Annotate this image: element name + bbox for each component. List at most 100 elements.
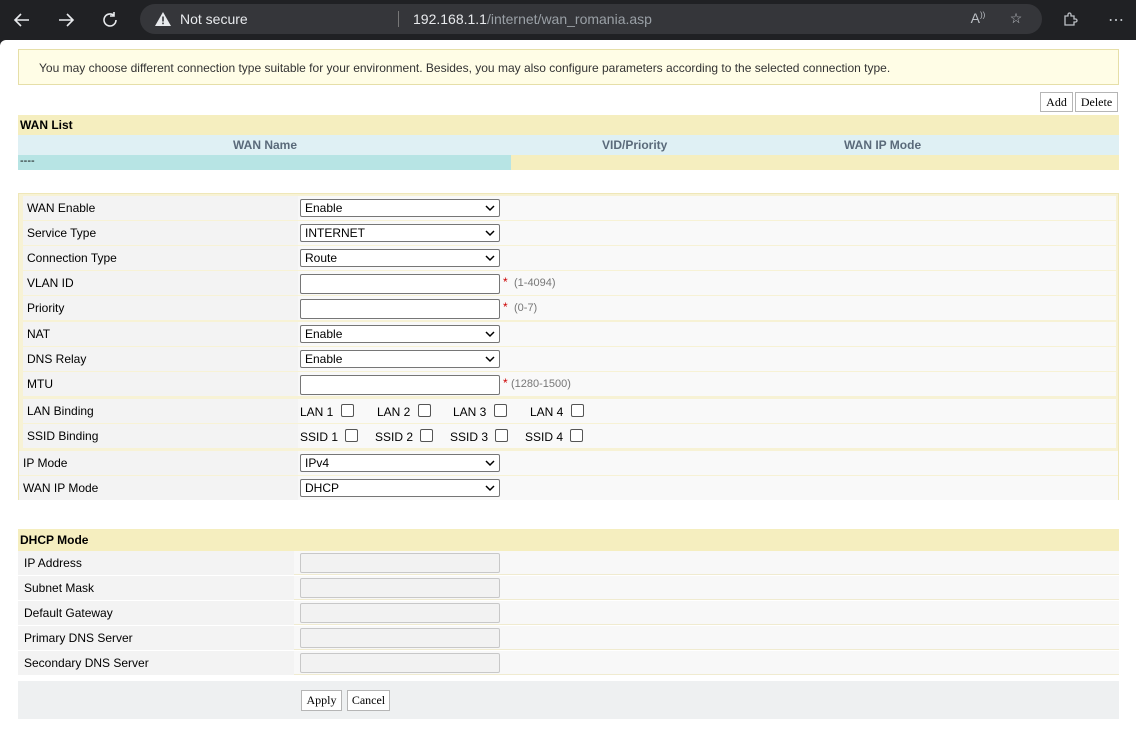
ip-address-field — [300, 553, 500, 573]
connection-type-label: Connection Type — [23, 246, 298, 270]
col-wan-ip-mode: WAN IP Mode — [844, 138, 922, 152]
wan-enable-select[interactable]: Enable — [300, 199, 500, 217]
table-row[interactable]: ---- — [18, 155, 1119, 170]
chevron-down-icon — [485, 255, 495, 262]
dns-relay-label: DNS Relay — [23, 347, 298, 371]
url-host: 192.168.1.1 — [413, 11, 487, 27]
row-lan-binding: LAN Binding LAN 1 LAN 2 LAN 3 LAN 4 — [23, 399, 1116, 423]
service-type-select[interactable]: INTERNET — [300, 224, 500, 242]
not-secure-label[interactable]: Not secure — [180, 11, 248, 27]
wan-config-form: WAN Enable Enable Service Type INTERNET … — [18, 193, 1119, 500]
chevron-down-icon — [485, 485, 495, 492]
router-page: You may choose different connection type… — [0, 40, 1136, 746]
wan-enable-label: WAN Enable — [23, 196, 298, 220]
delete-button[interactable]: Delete — [1075, 92, 1118, 112]
nat-select[interactable]: Enable — [300, 325, 500, 343]
ssid2-checkbox[interactable] — [420, 429, 433, 442]
ssid1-label: SSID 1 — [300, 430, 339, 444]
required-mark: * — [503, 275, 508, 289]
row-ssid-binding: SSID Binding SSID 1 SSID 2 SSID 3 SSID 4 — [23, 424, 1116, 448]
row-nat: NAT Enable — [23, 322, 1116, 346]
more-menu-icon[interactable]: ⋯ — [1102, 6, 1130, 34]
row-priority: Priority * (0-7) — [23, 296, 1116, 320]
lan-binding-label: LAN Binding — [23, 399, 298, 423]
wan-row-name: ---- — [18, 155, 511, 170]
mtu-label: MTU — [23, 372, 298, 396]
lan3-checkbox[interactable] — [494, 404, 507, 417]
ssid3-label: SSID 3 — [450, 430, 489, 444]
chevron-down-icon — [485, 331, 495, 338]
priority-hint: (0-7) — [514, 302, 538, 314]
chevron-down-icon — [485, 460, 495, 467]
nat-value: Enable — [305, 327, 343, 341]
row-connection-type: Connection Type Route — [23, 246, 1116, 270]
row-vlan-id: VLAN ID * (1-4094) — [23, 271, 1116, 295]
address-bar[interactable]: Not secure 192.168.1.1/internet/wan_roma… — [140, 4, 1042, 34]
secondary-dns-field — [300, 653, 500, 673]
vlan-id-hint: (1-4094) — [514, 277, 556, 289]
ssid3-checkbox[interactable] — [495, 429, 508, 442]
col-wan-name: WAN Name — [233, 138, 298, 152]
row-ip-address: IP Address — [18, 551, 1119, 575]
ssid4-label: SSID 4 — [525, 430, 564, 444]
url-path: /internet/wan_romania.asp — [486, 11, 652, 27]
row-wan-ip-mode: WAN IP Mode DHCP — [19, 476, 1118, 500]
forward-arrow-icon[interactable] — [52, 6, 80, 34]
lan1-checkbox[interactable] — [341, 404, 354, 417]
ip-mode-value: IPv4 — [305, 456, 330, 470]
required-mark: * — [503, 376, 508, 390]
default-gateway-label: Default Gateway — [18, 601, 294, 625]
required-mark: * — [503, 300, 508, 314]
extensions-icon[interactable] — [1056, 6, 1084, 34]
wan-ip-mode-value: DHCP — [305, 481, 340, 495]
row-ip-mode: IP Mode IPv4 — [19, 451, 1118, 475]
primary-dns-field — [300, 628, 500, 648]
add-button[interactable]: Add — [1040, 92, 1073, 112]
ssid1-checkbox[interactable] — [345, 429, 358, 442]
connection-type-value: Route — [305, 251, 338, 265]
default-gateway-field — [300, 603, 500, 623]
ip-mode-label: IP Mode — [19, 451, 298, 475]
service-type-label: Service Type — [23, 221, 298, 245]
info-notice: You may choose different connection type… — [18, 49, 1119, 85]
mtu-input[interactable] — [300, 375, 500, 395]
connection-type-select[interactable]: Route — [300, 249, 500, 267]
row-service-type: Service Type INTERNET — [23, 221, 1116, 245]
priority-label: Priority — [23, 296, 298, 320]
read-aloud-icon[interactable]: A)) — [968, 10, 988, 28]
vlan-id-input[interactable] — [300, 274, 500, 294]
browser-toolbar: Not secure 192.168.1.1/internet/wan_roma… — [0, 0, 1136, 40]
cancel-button[interactable]: Cancel — [347, 690, 390, 711]
service-type-value: INTERNET — [305, 226, 365, 240]
favorite-star-icon[interactable]: ☆ — [1006, 10, 1026, 28]
warning-icon[interactable] — [154, 11, 172, 27]
wan-list-header: WAN Name VID/Priority WAN IP Mode — [18, 135, 1119, 155]
reload-icon[interactable] — [96, 6, 124, 34]
subnet-mask-field — [300, 578, 500, 598]
url-text[interactable]: 192.168.1.1/internet/wan_romania.asp — [413, 11, 652, 27]
back-arrow-icon[interactable] — [8, 6, 36, 34]
ssid4-checkbox[interactable] — [570, 429, 583, 442]
row-mtu: MTU * (1280-1500) — [23, 372, 1116, 396]
nat-label: NAT — [23, 322, 298, 346]
subnet-mask-label: Subnet Mask — [18, 576, 294, 600]
form-footer: Apply Cancel — [18, 681, 1119, 719]
priority-input[interactable] — [300, 299, 500, 319]
wan-ip-mode-select[interactable]: DHCP — [300, 479, 500, 497]
row-dns-relay: DNS Relay Enable — [23, 347, 1116, 371]
lan3-label: LAN 3 — [453, 405, 487, 419]
lan4-checkbox[interactable] — [571, 404, 584, 417]
dhcp-mode-title: DHCP Mode — [18, 529, 1119, 551]
row-primary-dns: Primary DNS Server — [18, 626, 1119, 650]
lan2-label: LAN 2 — [377, 405, 411, 419]
chevron-down-icon — [485, 205, 495, 212]
apply-button[interactable]: Apply — [301, 690, 342, 711]
dns-relay-select[interactable]: Enable — [300, 350, 500, 368]
mtu-hint: (1280-1500) — [511, 378, 571, 390]
row-subnet-mask: Subnet Mask — [18, 576, 1119, 600]
wan-row-rest — [511, 155, 1119, 170]
lan2-checkbox[interactable] — [418, 404, 431, 417]
wan-enable-value: Enable — [305, 201, 343, 215]
secondary-dns-label: Secondary DNS Server — [18, 651, 294, 675]
ip-mode-select[interactable]: IPv4 — [300, 454, 500, 472]
